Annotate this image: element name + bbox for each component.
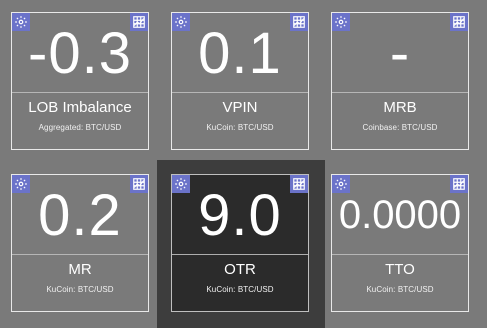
divider (172, 92, 308, 93)
divider (172, 254, 308, 255)
metric-label: VPIN (222, 99, 258, 116)
metric-value: 0.0000 (338, 192, 462, 237)
divider (12, 92, 148, 93)
metrics-dashboard: -0.3 LOB Imbalance Aggregated: BTC/USD 0… (0, 0, 487, 328)
divider (332, 254, 468, 255)
metric-label: MR (68, 261, 92, 278)
metric-value: -0.3 (28, 20, 132, 86)
metric-source: Aggregated: BTC/USD (38, 123, 122, 132)
divider (332, 92, 468, 93)
divider (12, 254, 148, 255)
metric-tile-mr[interactable]: 0.2 MR KuCoin: BTC/USD (11, 174, 149, 312)
metric-tile-vpin[interactable]: 0.1 VPIN KuCoin: BTC/USD (171, 12, 309, 150)
metric-value: 0.1 (198, 20, 282, 86)
metric-label: MRB (383, 99, 417, 116)
metric-value: - (389, 20, 411, 86)
metric-label: OTR (224, 261, 256, 278)
metric-tile-tto[interactable]: 0.0000 TTO KuCoin: BTC/USD (331, 174, 469, 312)
metric-source: Coinbase: BTC/USD (362, 123, 438, 132)
metric-tile-otr[interactable]: 9.0 OTR KuCoin: BTC/USD (171, 174, 309, 312)
metric-value: 0.2 (38, 182, 122, 248)
metric-tile-mrb[interactable]: - MRB Coinbase: BTC/USD (331, 12, 469, 150)
metric-value: 9.0 (198, 182, 282, 248)
metric-source: KuCoin: BTC/USD (206, 285, 274, 294)
metric-label: TTO (385, 261, 415, 278)
metric-source: KuCoin: BTC/USD (366, 285, 434, 294)
metric-label: LOB Imbalance (28, 99, 132, 116)
metric-tile-lob-imbalance[interactable]: -0.3 LOB Imbalance Aggregated: BTC/USD (11, 12, 149, 150)
metric-source: KuCoin: BTC/USD (46, 285, 114, 294)
metric-source: KuCoin: BTC/USD (206, 123, 274, 132)
